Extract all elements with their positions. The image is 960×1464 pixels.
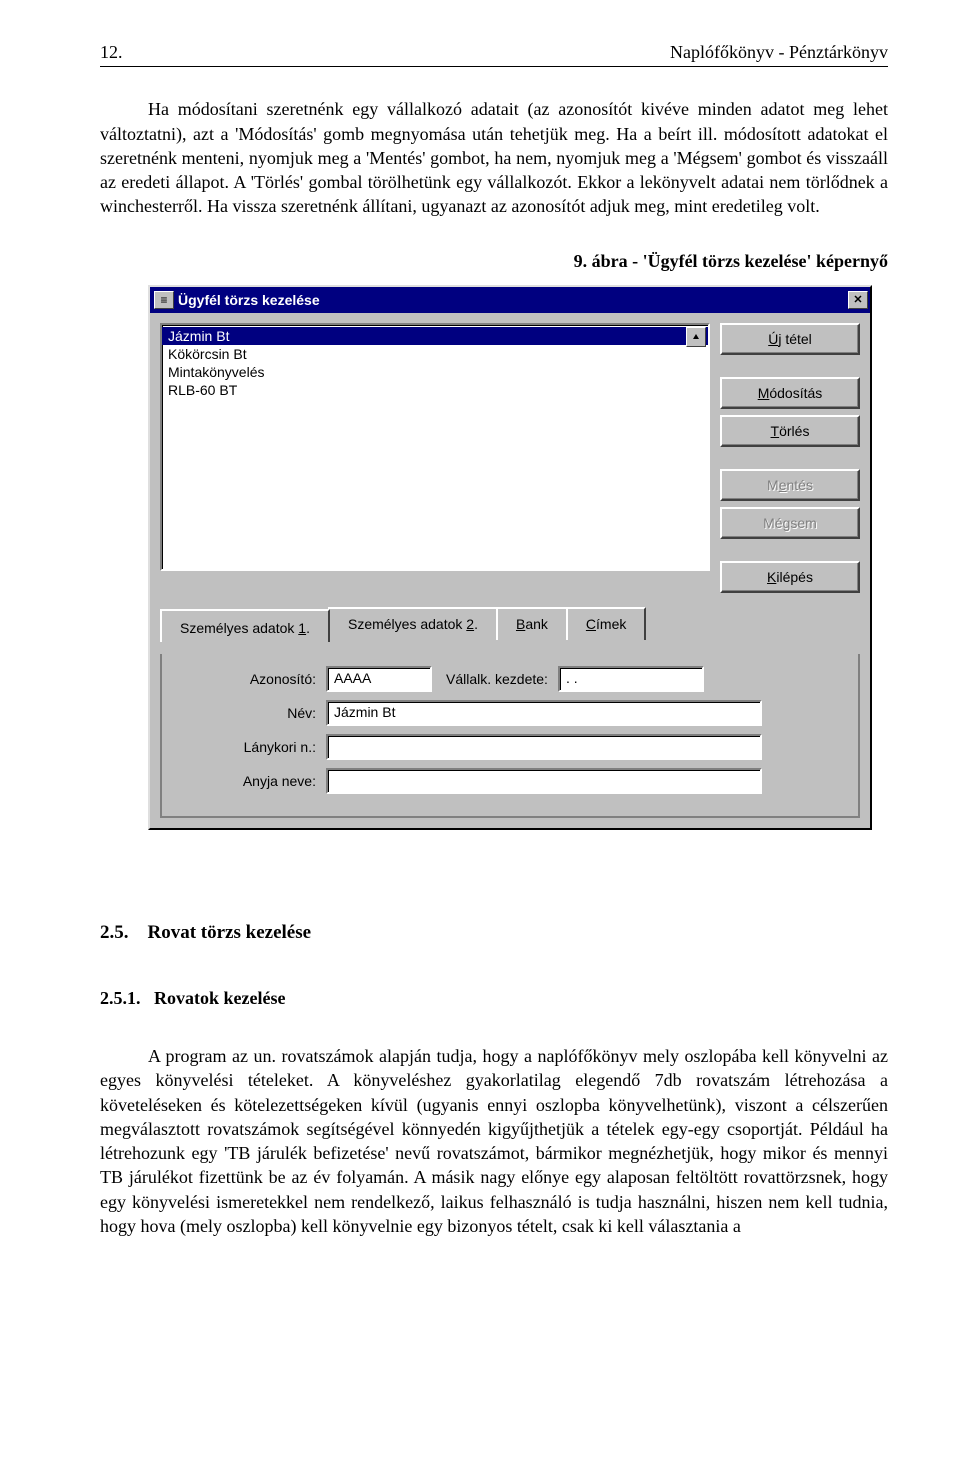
tab-addresses[interactable]: Címek — [566, 607, 646, 640]
scroll-up-icon[interactable] — [686, 327, 706, 347]
section-2-5-1-title: Rovatok kezelése — [154, 988, 285, 1008]
list-item[interactable]: RLB-60 BT — [162, 381, 708, 399]
section-2-5-number: 2.5. — [100, 922, 129, 943]
save-button: Mentés — [720, 469, 860, 501]
page-number: 12. — [100, 40, 123, 64]
mother-field[interactable] — [326, 768, 762, 794]
dialog-ugyfel-torzs: ≡ Ügyfél törzs kezelése ✕ Jázmin Bt Kökö… — [148, 285, 872, 830]
cancel-button: Mégsem — [720, 507, 860, 539]
mother-label: Anyja neve: — [176, 772, 326, 791]
tab-bank[interactable]: Bank — [496, 607, 568, 640]
start-label: Vállalk. kezdete: — [432, 670, 558, 689]
list-item[interactable]: Kökörcsin Bt — [162, 345, 708, 363]
tab-personal-2[interactable]: Személyes adatok 2. — [328, 607, 498, 640]
doc-title: Naplófőkönyv - Pénztárkönyv — [670, 40, 888, 64]
paragraph-1: Ha módosítani szeretnénk egy vállalkozó … — [100, 97, 888, 218]
figure-caption: 9. ábra - 'Ügyfél törzs kezelése' képern… — [100, 249, 888, 273]
id-label: Azonosító: — [176, 670, 326, 689]
window-title: Ügyfél törzs kezelése — [178, 291, 848, 310]
list-item[interactable]: Mintakönyvelés — [162, 363, 708, 381]
section-2-5-1-number: 2.5.1. — [100, 988, 141, 1008]
titlebar: ≡ Ügyfél törzs kezelése ✕ — [150, 287, 870, 313]
close-icon[interactable]: ✕ — [848, 291, 868, 309]
app-icon: ≡ — [154, 291, 174, 309]
new-button[interactable]: Új tétel — [720, 323, 860, 355]
list-item[interactable]: Jázmin Bt — [162, 327, 708, 345]
delete-button[interactable]: Törlés — [720, 415, 860, 447]
tab-personal-1[interactable]: Személyes adatok 1. — [160, 609, 330, 642]
start-field[interactable]: . . — [558, 666, 704, 692]
id-field[interactable]: AAAA — [326, 666, 432, 692]
tab-panel: Azonosító: AAAA Vállalk. kezdete: . . Né… — [160, 654, 860, 818]
maiden-field[interactable] — [326, 734, 762, 760]
modify-button[interactable]: Módosítás — [720, 377, 860, 409]
paragraph-2: A program az un. rovatszámok alapján tud… — [100, 1044, 888, 1238]
maiden-label: Lánykori n.: — [176, 738, 326, 757]
client-listbox[interactable]: Jázmin Bt Kökörcsin Bt Mintakönyvelés RL… — [160, 323, 710, 571]
name-label: Név: — [176, 704, 326, 723]
exit-button[interactable]: Kilépés — [720, 561, 860, 593]
section-2-5-title: Rovat törzs kezelése — [148, 922, 312, 943]
name-field[interactable]: Jázmin Bt — [326, 700, 762, 726]
